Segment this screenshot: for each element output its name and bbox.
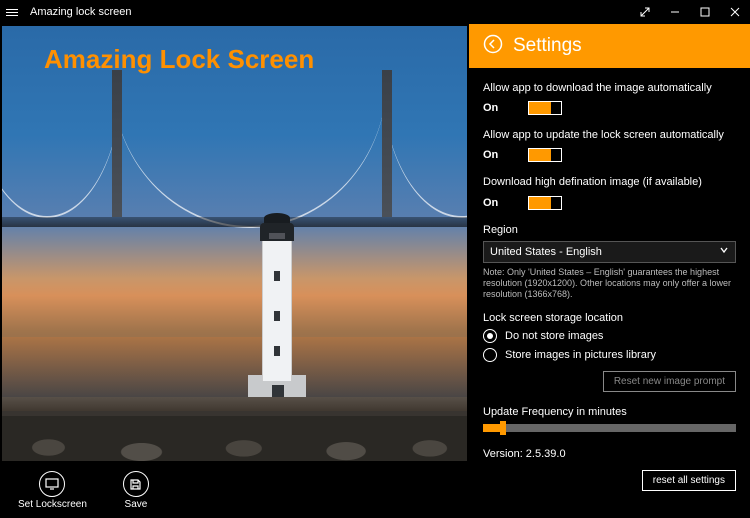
monitor-icon (39, 471, 65, 497)
preview-pane: Amazing Lock Screen Set Lockscreen Save (0, 24, 469, 518)
app-title: Amazing lock screen (24, 6, 132, 18)
set-lockscreen-label: Set Lockscreen (18, 499, 87, 510)
settings-panel: Settings Allow app to download the image… (469, 24, 750, 518)
radio-icon (483, 329, 497, 343)
save-label: Save (125, 499, 148, 510)
frequency-label: Update Frequency in minutes (483, 406, 736, 418)
frequency-slider[interactable] (483, 424, 736, 432)
allow-download-toggle[interactable] (528, 101, 562, 115)
titlebar: Amazing lock screen (0, 0, 750, 24)
maximize-button[interactable] (690, 0, 720, 24)
storage-label: Lock screen storage location (483, 312, 736, 324)
allow-update-state: On (483, 149, 498, 161)
storage-option-library-label: Store images in pictures library (505, 349, 656, 361)
settings-header: Settings (469, 24, 750, 68)
reset-prompt-button[interactable]: Reset new image prompt (603, 371, 736, 392)
expand-icon[interactable] (630, 0, 660, 24)
region-label: Region (483, 224, 736, 236)
hamburger-icon[interactable] (0, 9, 24, 16)
set-lockscreen-button[interactable]: Set Lockscreen (18, 471, 87, 510)
overlay-title: Amazing Lock Screen (44, 44, 314, 75)
reset-all-button[interactable]: reset all settings (642, 470, 736, 491)
high-def-label: Download high defination image (if avail… (483, 176, 736, 189)
region-select[interactable]: United States - English (483, 241, 736, 263)
lockscreen-image: Amazing Lock Screen (2, 26, 467, 461)
allow-update-toggle[interactable] (528, 148, 562, 162)
storage-option-none[interactable]: Do not store images (483, 329, 736, 343)
back-icon[interactable] (483, 34, 503, 59)
allow-update-label: Allow app to update the lock screen auto… (483, 129, 736, 142)
storage-option-library[interactable]: Store images in pictures library (483, 348, 736, 362)
save-button[interactable]: Save (123, 471, 149, 510)
region-selected: United States - English (490, 246, 602, 258)
radio-icon (483, 348, 497, 362)
bottom-toolbar: Set Lockscreen Save (0, 463, 469, 518)
settings-title: Settings (513, 35, 582, 57)
save-icon (123, 471, 149, 497)
allow-download-label: Allow app to download the image automati… (483, 82, 736, 95)
chevron-down-icon (719, 245, 729, 258)
allow-download-state: On (483, 102, 498, 114)
region-note: Note: Only 'United States – English' gua… (483, 267, 736, 301)
high-def-toggle[interactable] (528, 196, 562, 210)
version-text: Version: 2.5.39.0 (483, 448, 736, 460)
close-button[interactable] (720, 0, 750, 24)
storage-option-none-label: Do not store images (505, 330, 603, 342)
high-def-state: On (483, 197, 498, 209)
minimize-button[interactable] (660, 0, 690, 24)
